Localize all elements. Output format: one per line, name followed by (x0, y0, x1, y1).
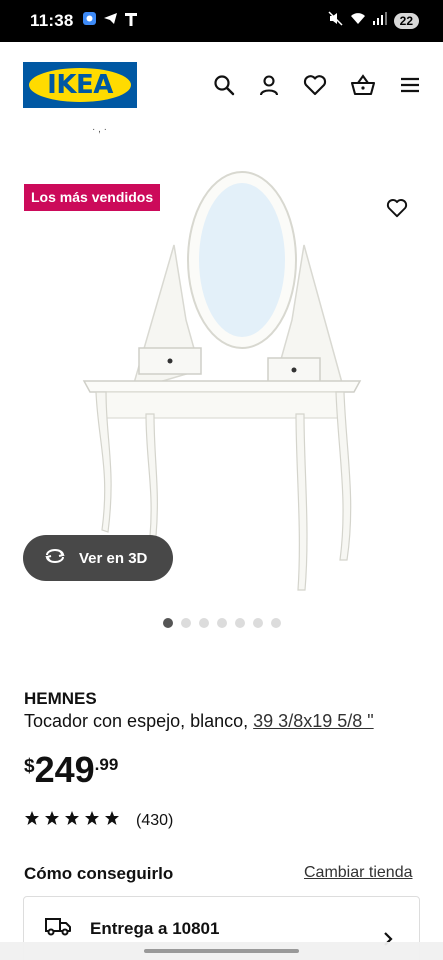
bestseller-badge: Los más vendidos (24, 184, 161, 211)
gallery-pagination (0, 618, 443, 628)
ikea-logo[interactable]: IKEA (23, 62, 137, 108)
rotate-3d-icon (43, 547, 67, 569)
price-integer: 249 (34, 749, 95, 790)
battery-indicator: 22 (393, 13, 419, 29)
telegram-icon (103, 11, 118, 31)
home-bar[interactable] (144, 949, 299, 953)
signal-icon (372, 12, 387, 30)
star-icon (84, 810, 100, 831)
truck-icon (44, 915, 72, 942)
product-gallery[interactable]: Los más vendidos Ver en 3D (0, 150, 443, 610)
change-store-link[interactable]: Cambiar tienda (304, 864, 413, 882)
star-icon (64, 810, 80, 831)
availability-title: Cómo conseguirlo (24, 864, 174, 883)
notification-app-icon (82, 11, 97, 31)
menu-icon[interactable] (399, 76, 421, 94)
tmobile-icon (124, 11, 138, 32)
logo-text: IKEA (47, 70, 113, 100)
app-header: IKEA (0, 42, 443, 128)
search-icon[interactable] (213, 74, 235, 96)
view-3d-label: Ver en 3D (79, 549, 148, 567)
status-time: 11:38 (30, 11, 74, 30)
basket-icon[interactable] (350, 74, 376, 96)
mute-icon (328, 11, 343, 31)
review-count: (430) (136, 811, 174, 829)
gallery-dot[interactable] (270, 618, 281, 628)
price-decimals: .99 (94, 755, 119, 774)
status-bar: 11:38 22 (0, 0, 443, 42)
view-3d-button[interactable]: Ver en 3D (23, 535, 173, 581)
product-price: $ 249 .99 (24, 752, 118, 788)
star-icon (44, 810, 60, 831)
breadcrumb-fragment: · , · (92, 124, 107, 135)
product-description-text: Tocador con espejo, blanco, (24, 711, 254, 731)
heart-icon[interactable] (303, 74, 327, 96)
delivery-label: Entrega a 10801 (90, 918, 220, 938)
price-currency: $ (24, 756, 35, 777)
add-to-favorites-icon[interactable] (386, 198, 408, 223)
gallery-dot[interactable] (234, 618, 245, 628)
product-rating[interactable]: (430) (24, 810, 173, 831)
star-icon (24, 810, 40, 831)
gallery-dot[interactable] (162, 618, 173, 628)
gallery-dot[interactable] (198, 618, 209, 628)
gallery-dot[interactable] (252, 618, 263, 628)
star-icon (104, 810, 120, 831)
product-size-link[interactable]: 39 3/8x19 5/8 " (253, 711, 373, 731)
wifi-icon (350, 12, 366, 30)
product-description: Tocador con espejo, blanco, 39 3/8x19 5/… (24, 711, 374, 732)
gallery-dot[interactable] (180, 618, 191, 628)
gallery-dot[interactable] (216, 618, 227, 628)
home-indicator (0, 942, 443, 960)
product-name: HEMNES (24, 689, 97, 708)
user-icon[interactable] (258, 74, 280, 96)
